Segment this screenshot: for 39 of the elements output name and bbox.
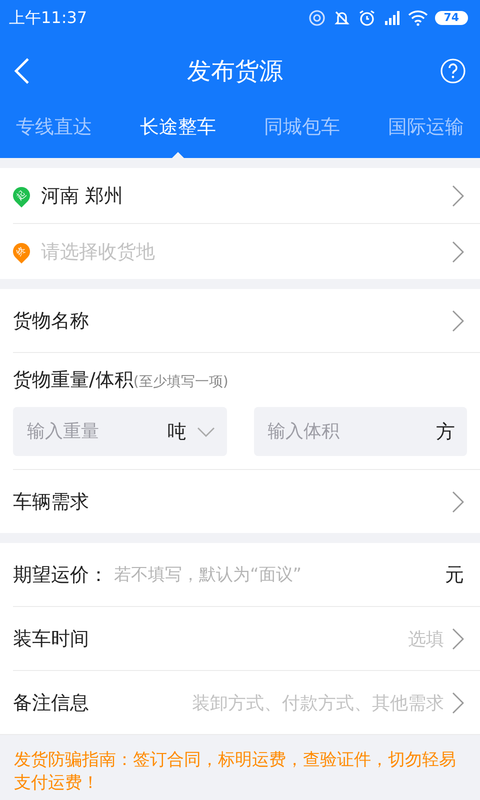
back-icon[interactable] bbox=[14, 57, 30, 85]
vehicle-label: 车辆需求 bbox=[13, 490, 89, 514]
loading-time-label: 装车时间 bbox=[13, 626, 89, 652]
safety-notice: 发货防骗指南：签订合同，标明运费，查验证件，切勿轻易支付运费！ bbox=[0, 734, 480, 800]
battery-indicator: 74 bbox=[434, 11, 468, 25]
chevron-right-icon bbox=[452, 184, 464, 206]
help-icon[interactable] bbox=[440, 58, 466, 84]
weight-unit[interactable]: 吨 bbox=[168, 418, 186, 444]
remarks-hint: 装卸方式、付款方式、其他需求 bbox=[192, 692, 444, 714]
vehicle-row[interactable]: 车辆需求 bbox=[13, 470, 480, 533]
tab[interactable]: 长途整车 bbox=[140, 106, 216, 158]
measure-hint: (至少填写一项) bbox=[133, 374, 228, 390]
signal-icon bbox=[382, 9, 401, 27]
loading-time-row[interactable]: 装车时间 选填 bbox=[13, 607, 480, 671]
location-row[interactable]: 起 河南 郑州 bbox=[13, 168, 480, 224]
alarm-icon bbox=[358, 9, 376, 27]
cargo-name-label: 货物名称 bbox=[13, 308, 89, 334]
chevron-right-icon bbox=[452, 490, 464, 512]
remarks-label: 备注信息 bbox=[13, 690, 89, 716]
volume-unit: 方 bbox=[436, 420, 455, 444]
mute-bell-icon bbox=[332, 9, 351, 27]
status-time: 上午11:37 bbox=[9, 8, 88, 28]
price-unit: 元 bbox=[445, 562, 464, 588]
price-label: 期望运价： bbox=[13, 562, 108, 588]
remarks-row[interactable]: 备注信息 装卸方式、付款方式、其他需求 bbox=[13, 671, 480, 734]
page-title: 发布货源 bbox=[187, 56, 283, 87]
chevron-right-icon bbox=[452, 310, 464, 332]
chevron-down-icon[interactable] bbox=[196, 426, 214, 436]
chevron-right-icon bbox=[452, 692, 464, 714]
location-placeholder: 请选择收货地 bbox=[41, 240, 156, 264]
chevron-right-icon bbox=[452, 240, 464, 262]
chevron-right-icon bbox=[452, 628, 464, 650]
wifi-icon bbox=[408, 10, 428, 26]
price-field[interactable]: 若不填写，默认为“面议” bbox=[112, 564, 445, 586]
measure-label: 货物重量/体积 bbox=[13, 369, 134, 391]
hotspot-icon bbox=[308, 9, 326, 27]
loading-time-hint: 选填 bbox=[408, 628, 444, 650]
cargo-name-row[interactable]: 货物名称 bbox=[13, 289, 480, 353]
location-value: 河南 郑州 bbox=[41, 184, 124, 208]
